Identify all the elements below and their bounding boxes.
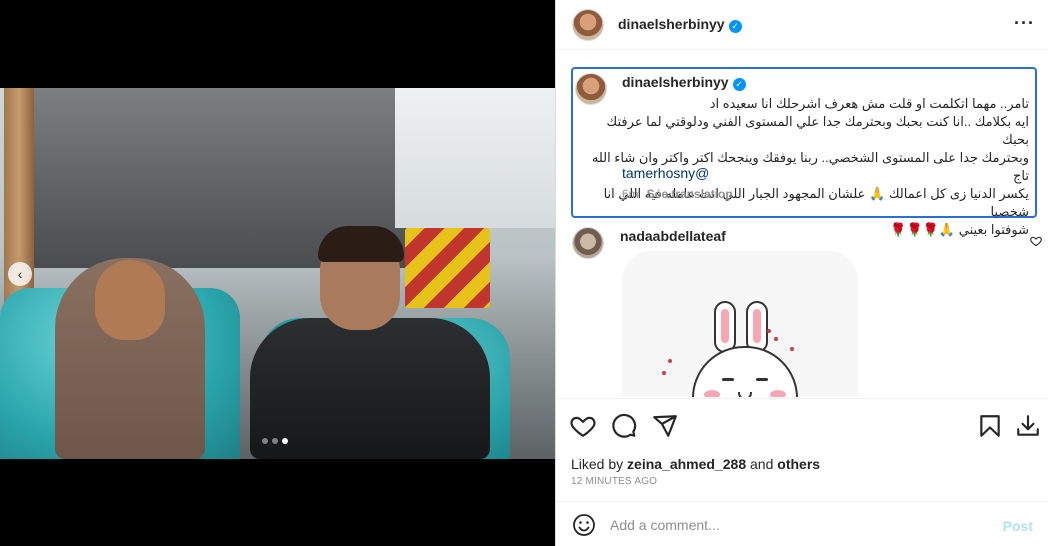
likes-summary: Liked by zeina_ahmed_288 and others bbox=[571, 456, 820, 472]
carousel-dot bbox=[262, 438, 268, 444]
see-translation-button[interactable]: See translation bbox=[647, 187, 733, 201]
caption-mention-link[interactable]: tamerhosny@ bbox=[622, 165, 709, 181]
header-username-link[interactable]: dinaelsherbinyy ✓ bbox=[618, 16, 742, 33]
more-options-icon[interactable]: ··· bbox=[1014, 14, 1035, 32]
sticker-sparkle bbox=[790, 347, 794, 351]
emoji-icon[interactable] bbox=[572, 513, 596, 537]
bunny-ear-inner bbox=[753, 309, 761, 343]
comment-sticker-bunny bbox=[622, 251, 858, 397]
post-side-panel: dinaelsherbinyy ✓ ··· dinaelsherbinyy ✓ تا… bbox=[555, 0, 1048, 546]
carousel-dot bbox=[272, 438, 278, 444]
action-bar bbox=[556, 399, 1048, 453]
bunny-mouth bbox=[738, 392, 752, 397]
likes-and: and bbox=[746, 456, 778, 472]
verified-badge-icon: ✓ bbox=[732, 78, 746, 91]
comment-input[interactable] bbox=[610, 512, 980, 538]
carousel-prev-button[interactable]: ‹ bbox=[8, 262, 32, 286]
carousel-dots bbox=[262, 438, 288, 444]
caption-username-link[interactable]: dinaelsherbinyy ✓ bbox=[622, 74, 746, 91]
post-timestamp[interactable]: 12 MINUTES AGO bbox=[571, 476, 657, 487]
add-comment-bar: Post bbox=[556, 501, 1048, 546]
bunny-ear-left bbox=[714, 301, 736, 353]
post-header: dinaelsherbinyy ✓ ··· bbox=[556, 0, 1048, 50]
sticker-sparkle bbox=[668, 359, 672, 363]
comment-icon[interactable] bbox=[611, 413, 637, 439]
bunny-eye bbox=[722, 378, 734, 381]
sticker-sparkle bbox=[767, 329, 771, 333]
caption: dinaelsherbinyy ✓ تامر.. مهما اتكلمت او ق… bbox=[571, 67, 1037, 237]
caption-username: dinaelsherbinyy bbox=[622, 74, 729, 90]
comment-like-icon[interactable] bbox=[1030, 235, 1042, 247]
photo-sky-shape bbox=[395, 88, 555, 228]
bookmark-icon[interactable] bbox=[977, 413, 1003, 439]
avatar[interactable] bbox=[572, 227, 604, 259]
chevron-left-icon: ‹ bbox=[17, 266, 23, 282]
photo-warning-stripes bbox=[405, 228, 490, 308]
share-icon[interactable] bbox=[652, 413, 678, 439]
caption-line: تامر.. مهما اتكلمت او قلت مش هعرف اشرحلك… bbox=[709, 96, 1029, 111]
comment-item: nadaabdellateaf bbox=[572, 227, 1042, 397]
likes-prefix: Liked by bbox=[571, 456, 628, 472]
photo-person-left-head bbox=[95, 260, 165, 340]
bunny-eye bbox=[756, 378, 768, 381]
liked-by-user-link[interactable]: zeina_ahmed_288 bbox=[627, 456, 746, 472]
photo-person-right-hair bbox=[318, 226, 404, 262]
header-username: dinaelsherbinyy bbox=[618, 16, 725, 32]
sticker-sparkle bbox=[774, 337, 778, 341]
post-comment-button[interactable]: Post bbox=[1003, 518, 1033, 534]
liked-by-others-link[interactable]: others bbox=[777, 456, 820, 472]
bunny-cheek bbox=[704, 390, 720, 397]
heart-icon[interactable] bbox=[570, 413, 596, 439]
comment-username[interactable]: nadaabdellateaf bbox=[620, 228, 726, 244]
caption-meta: 6m See translation bbox=[622, 187, 733, 201]
post-media: ‹ bbox=[0, 0, 555, 546]
caption-line: ايه بكلامك ..انا كنت بحبك وبحترمك جدا عل… bbox=[606, 114, 1029, 147]
avatar[interactable] bbox=[572, 9, 604, 41]
sticker-sparkle bbox=[662, 371, 666, 375]
bunny-ear-inner bbox=[721, 309, 729, 343]
bunny-cheek bbox=[770, 390, 786, 397]
caption-time: 6m bbox=[622, 187, 639, 201]
download-icon[interactable] bbox=[1015, 413, 1041, 439]
post-photo[interactable] bbox=[0, 88, 555, 459]
bunny-face bbox=[692, 346, 798, 397]
carousel-dot-active bbox=[282, 438, 288, 444]
verified-badge-icon: ✓ bbox=[728, 20, 742, 33]
